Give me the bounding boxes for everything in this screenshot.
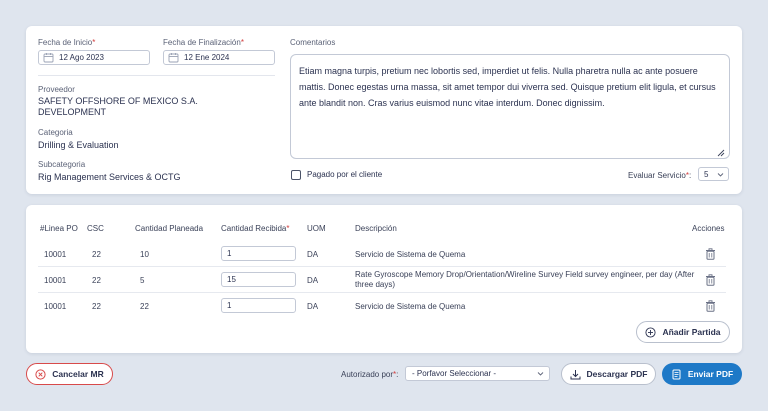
table-cell-planned: 5 (140, 276, 145, 285)
start-date-value: 12 Ago 2023 (59, 53, 104, 62)
table-cell-uom: DA (307, 250, 319, 259)
table-cell-description: Rate Gyroscope Memory Drop/Orientation/W… (355, 270, 695, 289)
comments-text: Etiam magna turpis, pretium nec lobortis… (299, 66, 716, 108)
column-header-description: Descripción (355, 224, 397, 233)
row-divider (38, 292, 726, 293)
send-pdf-label: Enviar PDF (687, 369, 734, 379)
column-header-planned: Cantidad Planeada (135, 224, 204, 233)
column-header-csc: CSC (87, 224, 104, 233)
comments-textarea[interactable]: Etiam magna turpis, pretium nec lobortis… (290, 54, 730, 159)
download-pdf-button[interactable]: Descargar PDF (561, 363, 656, 385)
close-circle-icon (35, 368, 46, 380)
add-item-label: Añadir Partida (662, 327, 721, 337)
table-cell-line: 10001 (44, 302, 67, 311)
cancel-mr-label: Cancelar MR (52, 369, 104, 379)
resize-handle-icon[interactable] (717, 146, 725, 157)
evaluate-service-select[interactable]: 5 (698, 167, 729, 181)
evaluate-service-value: 5 (704, 169, 709, 179)
column-header-line-po: #Linea PO (40, 224, 78, 233)
category-value: Drilling & Evaluation (38, 140, 119, 150)
provider-value-line1: SAFETY OFFSHORE OF MEXICO S.A. (38, 96, 198, 106)
calendar-icon (168, 52, 179, 63)
column-header-uom: UOM (307, 224, 326, 233)
trash-icon[interactable] (705, 247, 716, 260)
table-cell-csc: 22 (92, 276, 101, 285)
comments-label: Comentarios (290, 38, 336, 47)
divider (38, 75, 275, 76)
start-date-field[interactable]: 12 Ago 2023 (38, 50, 150, 65)
table-cell-uom: DA (307, 302, 319, 311)
end-date-value: 12 Ene 2024 (184, 53, 230, 62)
send-pdf-button[interactable]: Enviar PDF (662, 363, 742, 385)
row-divider (38, 266, 726, 267)
end-date-label: Fecha de Finalización* (163, 38, 244, 47)
cancel-mr-button[interactable]: Cancelar MR (26, 363, 113, 385)
table-cell-csc: 22 (92, 302, 101, 311)
authorized-by-placeholder: - Porfavor Seleccionar - (412, 369, 497, 378)
document-icon (671, 369, 682, 380)
table-cell-line: 10001 (44, 276, 67, 285)
trash-icon[interactable] (705, 273, 716, 286)
chevron-down-icon (537, 370, 544, 377)
details-card: Fecha de Inicio* 12 Ago 2023 Fecha de Fi… (26, 26, 742, 194)
received-quantity-input[interactable]: 1 (221, 246, 296, 261)
received-quantity-input[interactable]: 1 (221, 298, 296, 313)
table-cell-planned: 10 (140, 250, 149, 259)
table-cell-line: 10001 (44, 250, 67, 259)
plus-circle-icon (645, 326, 656, 338)
trash-icon[interactable] (705, 299, 716, 312)
table-cell-csc: 22 (92, 250, 101, 259)
chevron-down-icon (717, 171, 724, 178)
subcategory-value: Rig Management Services & OCTG (38, 172, 181, 182)
paid-by-client-label: Pagado por el cliente (307, 170, 383, 179)
table-cell-description: Servicio de Sistema de Quema (355, 250, 466, 259)
received-quantity-input[interactable]: 15 (221, 272, 296, 287)
provider-value-line2: DEVELOPMENT (38, 107, 107, 117)
table-cell-planned: 22 (140, 302, 149, 311)
download-pdf-label: Descargar PDF (586, 369, 648, 379)
calendar-icon (43, 52, 54, 63)
provider-label: Proveedor (38, 85, 75, 94)
table-cell-description: Servicio de Sistema de Quema (355, 302, 466, 311)
category-label: Categoria (38, 128, 73, 137)
start-date-label: Fecha de Inicio* (38, 38, 96, 47)
authorized-by-select[interactable]: - Porfavor Seleccionar - (405, 366, 550, 381)
authorized-by-label: Autorizado por*: (341, 370, 399, 379)
download-icon (570, 369, 581, 380)
items-table-card: #Linea PO CSC Cantidad Planeada Cantidad… (26, 205, 742, 353)
end-date-field[interactable]: 12 Ene 2024 (163, 50, 275, 65)
column-header-actions: Acciones (692, 224, 725, 233)
add-item-button[interactable]: Añadir Partida (636, 321, 730, 343)
paid-by-client-checkbox[interactable] (291, 170, 301, 180)
evaluate-service-label: Evaluar Servicio*: (628, 171, 692, 180)
subcategory-label: Subcategoria (38, 160, 86, 169)
column-header-received: Cantidad Recibida* (221, 224, 290, 233)
table-cell-uom: DA (307, 276, 319, 285)
